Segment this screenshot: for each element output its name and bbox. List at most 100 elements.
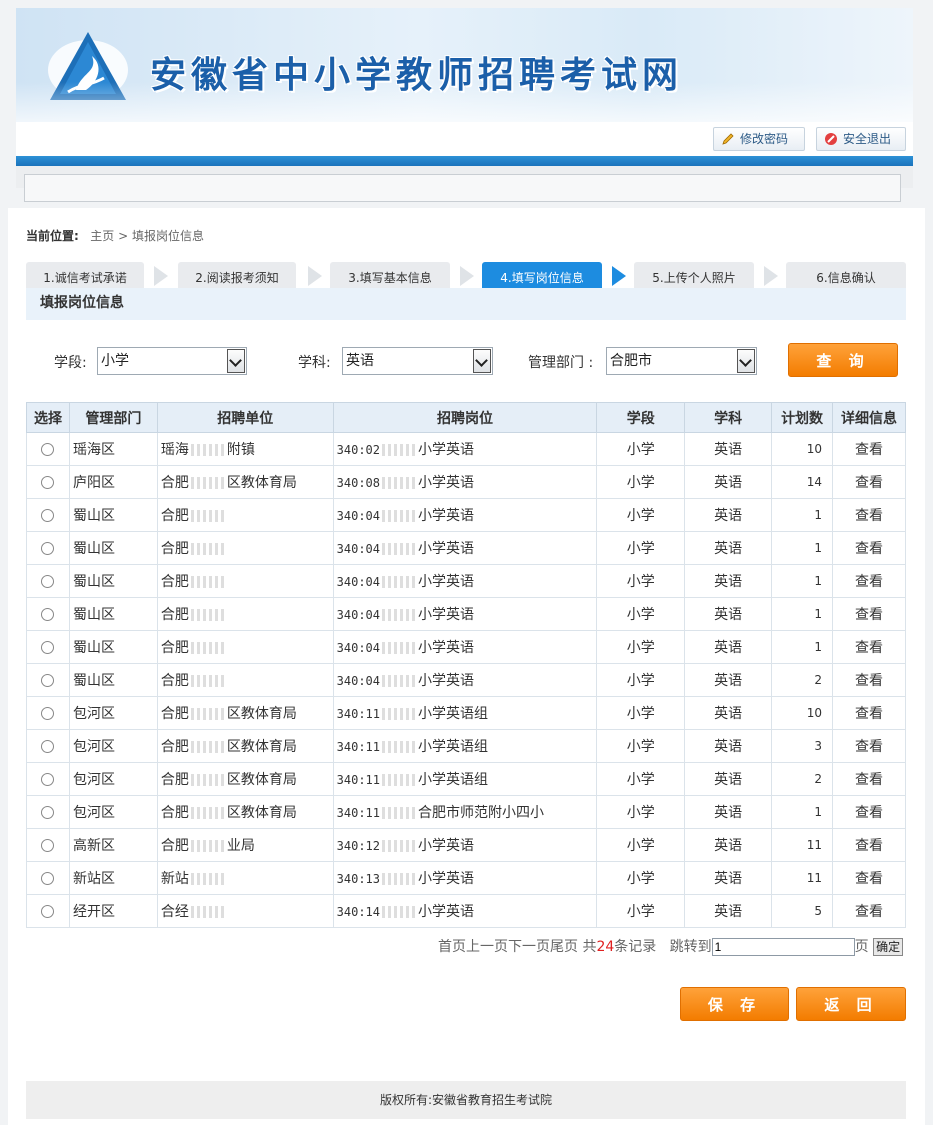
row-radio[interactable] (41, 871, 55, 885)
pager-nav-links[interactable]: 首页上一页下一页尾页 (438, 939, 578, 955)
redacted-mark (382, 708, 416, 720)
subject-cell: 英语 (684, 861, 773, 895)
row-radio[interactable] (41, 541, 55, 555)
back-button[interactable]: 返 回 (796, 987, 906, 1021)
chevron-down-icon[interactable] (227, 349, 245, 373)
unit-text: 合肥 (160, 772, 189, 788)
stage-cell: 小学 (596, 630, 686, 664)
subject-select[interactable]: 英语 (342, 347, 493, 375)
post-cell: 340:08 小学英语 (332, 465, 598, 499)
unit-text: 合肥 (160, 673, 189, 689)
row-select-cell (26, 630, 70, 664)
row-radio[interactable] (41, 607, 55, 621)
view-detail-link[interactable]: 查看 (832, 531, 906, 565)
row-radio[interactable] (41, 706, 55, 720)
step-arrow-current-icon (612, 266, 626, 286)
table-body: 瑶海区 瑶海 附镇 340:02 小学英语 小学 英语 10 查看 庐阳区 合肥 区教… (26, 432, 906, 928)
row-radio[interactable] (41, 640, 55, 654)
jump-page-input[interactable] (711, 938, 855, 956)
row-radio[interactable] (41, 904, 55, 918)
unit-text: 合肥 (160, 607, 189, 623)
unit-text: 合肥 (160, 640, 189, 656)
redacted-mark (382, 840, 416, 852)
footer-copyright: 版权所有:安徽省教育招生考试院 (26, 1081, 906, 1119)
view-detail-link[interactable]: 查看 (832, 432, 906, 466)
row-radio[interactable] (41, 805, 55, 819)
unit-cell: 合肥 (156, 498, 334, 532)
plan-cell: 1 (771, 531, 834, 565)
breadcrumb-label: 当前位置: (26, 229, 79, 243)
row-radio[interactable] (41, 838, 55, 852)
redacted-mark (382, 444, 416, 456)
post-code: 340:11 (336, 740, 380, 754)
redacted-mark (190, 609, 225, 621)
query-button[interactable]: 查 询 (788, 343, 898, 377)
row-radio[interactable] (41, 574, 55, 588)
stage-select[interactable]: 小学 (97, 347, 247, 375)
col-header-detail: 详细信息 (832, 402, 906, 433)
chevron-down-icon[interactable] (737, 349, 755, 373)
view-detail-link[interactable]: 查看 (832, 630, 906, 664)
plan-cell: 2 (771, 663, 834, 697)
stage-cell: 小学 (596, 828, 686, 862)
subject-cell: 英语 (684, 432, 773, 466)
table-row: 包河区 合肥 区教体育局 340:11 小学英语组 小学 英语 10 查看 (26, 696, 906, 730)
save-button[interactable]: 保 存 (680, 987, 789, 1021)
dept-select[interactable]: 合肥市 (606, 347, 757, 375)
logout-button[interactable]: 安全退出 (816, 127, 906, 151)
post-name: 小学英语组 (418, 772, 488, 788)
plan-cell: 10 (771, 432, 834, 466)
subject-cell: 英语 (684, 729, 773, 763)
header-divider (16, 156, 913, 166)
view-detail-link[interactable]: 查看 (832, 465, 906, 499)
view-detail-link[interactable]: 查看 (832, 894, 906, 928)
breadcrumb-home[interactable]: 主页 (90, 229, 114, 243)
jump-confirm-button[interactable]: 确定 (873, 938, 904, 956)
row-select-cell (26, 729, 70, 763)
row-radio[interactable] (41, 508, 55, 522)
post-code: 340:08 (336, 476, 380, 490)
view-detail-link[interactable]: 查看 (832, 663, 906, 697)
unit-cell: 合肥 区教体育局 (156, 465, 334, 499)
view-detail-link[interactable]: 查看 (832, 564, 906, 598)
row-radio[interactable] (41, 475, 55, 489)
positions-table: 选择 管理部门 招聘单位 招聘岗位 学段 学科 计划数 详细信息 瑶海区 瑶海 附… (26, 402, 906, 928)
post-cell: 340:02 小学英语 (332, 432, 598, 466)
stage-cell: 小学 (596, 795, 686, 829)
unit-text: 合肥 (160, 508, 189, 524)
unit-text: 合肥 (160, 805, 189, 821)
row-radio[interactable] (41, 739, 55, 753)
view-detail-link[interactable]: 查看 (832, 597, 906, 631)
chevron-down-icon[interactable] (473, 349, 491, 373)
redacted-mark (382, 576, 416, 588)
post-code: 340:04 (336, 674, 380, 688)
view-detail-link[interactable]: 查看 (832, 696, 906, 730)
site-logo-icon (48, 32, 128, 100)
unit-text: 合经 (160, 904, 189, 920)
dept-cell: 蜀山区 (68, 531, 158, 565)
view-detail-link[interactable]: 查看 (832, 729, 906, 763)
change-password-button[interactable]: 修改密码 (713, 127, 805, 151)
view-detail-link[interactable]: 查看 (832, 861, 906, 895)
stage-cell: 小学 (596, 465, 686, 499)
view-detail-link[interactable]: 查看 (832, 762, 906, 796)
dept-cell: 庐阳区 (68, 465, 158, 499)
dept-select-value: 合肥市 (610, 353, 652, 369)
post-name: 小学英语 (418, 541, 474, 557)
row-radio[interactable] (41, 673, 55, 687)
view-detail-link[interactable]: 查看 (832, 828, 906, 862)
post-cell: 340:11 小学英语组 (332, 762, 598, 796)
row-radio[interactable] (41, 442, 55, 456)
section-title: 填报岗位信息 (26, 288, 906, 320)
view-detail-link[interactable]: 查看 (832, 498, 906, 532)
table-row: 庐阳区 合肥 区教体育局 340:08 小学英语 小学 英语 14 查看 (26, 465, 906, 499)
view-detail-link[interactable]: 查看 (832, 795, 906, 829)
redacted-mark (382, 873, 416, 885)
stage-cell: 小学 (596, 861, 686, 895)
unit-cell: 合肥 区教体育局 (156, 762, 334, 796)
stage-cell: 小学 (596, 531, 686, 565)
row-radio[interactable] (41, 772, 55, 786)
subject-cell: 英语 (684, 663, 773, 697)
dept-cell: 经开区 (68, 894, 158, 928)
row-select-cell (26, 564, 70, 598)
